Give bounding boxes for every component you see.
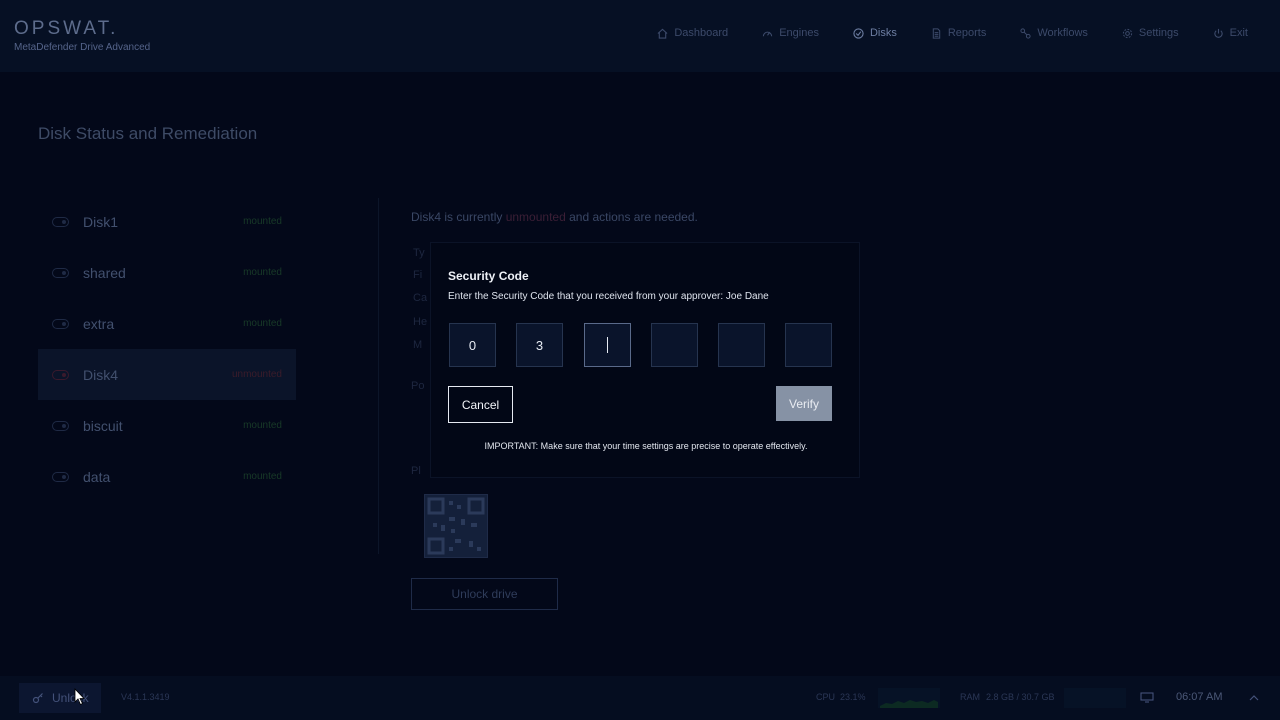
power-icon <box>1213 28 1223 38</box>
disk-item-disk1[interactable]: Disk1 mounted <box>38 196 296 247</box>
nav-workflows-label: Workflows <box>1037 27 1088 39</box>
check-shield-icon <box>853 27 864 39</box>
qr-code <box>424 494 488 558</box>
summary-state: unmounted <box>505 210 566 224</box>
disk-status: unmounted <box>231 369 282 380</box>
detail-label-filesystem: Fi <box>413 269 423 281</box>
nav-engines[interactable]: Engines <box>762 27 819 39</box>
product-name: MetaDefender Drive Advanced <box>14 42 151 53</box>
nav-exit[interactable]: Exit <box>1213 27 1248 39</box>
disk-detail-summary: Disk4 is currently unmounted and actions… <box>411 210 698 224</box>
drive-icon <box>52 472 69 482</box>
disk-status: mounted <box>243 420 282 431</box>
code-digit-6[interactable] <box>785 323 832 367</box>
summary-prefix: Disk4 is currently <box>411 210 503 224</box>
disk-item-extra[interactable]: extra mounted <box>38 298 296 349</box>
disk-item-disk4[interactable]: Disk4 unmounted <box>38 349 296 400</box>
code-digit-4[interactable] <box>651 323 698 367</box>
cpu-graph <box>878 688 940 708</box>
cpu-sparkline <box>880 700 938 708</box>
ram-label: RAM <box>960 692 980 702</box>
nav-dashboard-label: Dashboard <box>674 27 729 39</box>
text-caret <box>607 337 608 353</box>
summary-suffix: and actions are needed. <box>569 210 698 224</box>
detail-label-type: Ty <box>413 247 425 259</box>
disk-name: Disk1 <box>83 213 119 230</box>
disk-status: mounted <box>243 216 282 227</box>
disk-status: mounted <box>243 471 282 482</box>
drive-icon <box>52 421 69 431</box>
cpu-label: CPU <box>816 692 836 702</box>
chevron-up-icon[interactable] <box>1249 694 1259 701</box>
dialog-title: Security Code <box>448 269 529 283</box>
unlock-drive-button[interactable]: Unlock drive <box>411 578 558 610</box>
nav-settings-label: Settings <box>1138 27 1179 39</box>
dialog-important-note: IMPORTANT: Make sure that your time sett… <box>484 441 808 451</box>
nav-dashboard[interactable]: Dashboard <box>657 27 728 39</box>
nav-reports[interactable]: Reports <box>931 27 987 39</box>
key-icon <box>32 693 43 704</box>
unlock-footer-button[interactable]: Unlock <box>19 683 101 713</box>
code-digit-1[interactable]: 0 <box>449 323 496 367</box>
disk-status: mounted <box>243 318 282 329</box>
security-code-dialog: Security Code Enter the Security Code th… <box>430 242 860 478</box>
nav-workflows[interactable]: Workflows <box>1020 27 1088 39</box>
main-nav: Dashboard Engines Disks Reports Workflow… <box>657 27 1248 39</box>
version-label: V4.1.1.3419 <box>121 692 170 702</box>
ram-graph <box>1064 688 1126 708</box>
disk-name: shared <box>83 264 126 281</box>
disk-name: extra <box>83 315 115 332</box>
detail-label-capacity: Ca <box>413 292 428 304</box>
detail-label-model: M <box>413 339 423 351</box>
workflow-icon <box>1020 27 1031 39</box>
gear-icon <box>1122 28 1133 38</box>
code-digit-2[interactable]: 3 <box>516 323 563 367</box>
detail-label-qr: Pl <box>411 465 421 477</box>
disk-name: biscuit <box>83 417 123 434</box>
nav-reports-label: Reports <box>947 27 987 39</box>
detail-label-policy: Po <box>411 380 425 392</box>
verify-button[interactable]: Verify <box>776 386 832 421</box>
disk-item-shared[interactable]: shared mounted <box>38 247 296 298</box>
drive-icon <box>52 319 69 329</box>
ram-value: 2.8 GB / 30.7 GB <box>986 692 1055 702</box>
page-title: Disk Status and Remediation <box>38 124 258 143</box>
nav-disks-label: Disks <box>869 27 897 39</box>
document-icon <box>932 27 941 39</box>
disk-item-biscuit[interactable]: biscuit mounted <box>38 400 296 451</box>
clock: 06:07 AM <box>1176 691 1223 703</box>
nav-settings[interactable]: Settings <box>1122 27 1179 39</box>
disk-item-data[interactable]: data mounted <box>38 451 296 502</box>
disk-list: Disk1 mounted shared mounted extra mount… <box>38 196 296 502</box>
drive-icon <box>52 268 69 278</box>
mouse-cursor-icon <box>74 688 85 706</box>
drive-icon <box>52 217 69 227</box>
brand-logo: OPSWAT. <box>14 18 119 39</box>
disk-name: Disk4 <box>83 366 119 383</box>
display-icon[interactable] <box>1140 692 1154 703</box>
nav-exit-label: Exit <box>1229 27 1248 39</box>
drive-icon <box>52 370 69 380</box>
detail-label-health: He <box>413 316 428 328</box>
home-icon <box>657 28 668 39</box>
dialog-message: Enter the Security Code that you receive… <box>448 291 769 302</box>
cpu-value: 23.1% <box>840 692 866 702</box>
nav-engines-label: Engines <box>779 27 819 39</box>
disk-status: mounted <box>243 267 282 278</box>
cancel-button[interactable]: Cancel <box>448 386 513 423</box>
app-header: OPSWAT. MetaDefender Drive Advanced Dash… <box>0 0 1280 72</box>
disk-name: data <box>83 468 111 485</box>
gauge-icon <box>763 31 773 36</box>
code-digit-5[interactable] <box>718 323 765 367</box>
panel-divider <box>378 198 379 554</box>
nav-disks[interactable]: Disks <box>853 27 897 39</box>
qr-code-image <box>427 497 485 555</box>
code-digit-3[interactable] <box>584 323 631 367</box>
